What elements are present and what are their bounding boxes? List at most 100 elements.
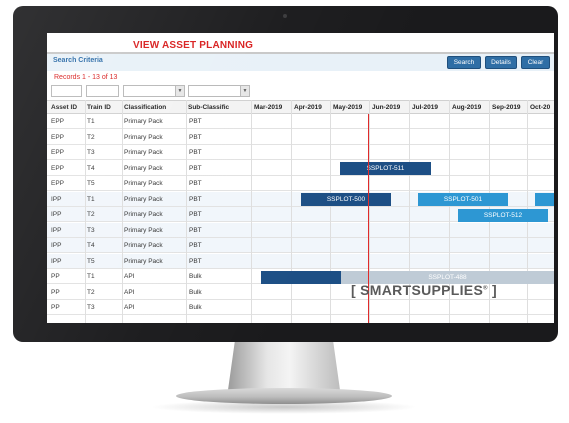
table-cell: PBT [189,149,202,156]
table-row[interactable]: EPP T2 Primary Pack PBT [47,130,554,145]
table-cell: T5 [87,180,95,187]
chevron-down-icon: ▼ [175,86,184,96]
column-header[interactable]: Train ID [87,104,121,111]
gantt-bar[interactable]: SSPLOT-500 [301,193,391,206]
column-divider [291,100,292,323]
gantt-bar[interactable]: SSPLOT-512 [458,209,548,222]
month-header: Aug-2019 [452,104,482,111]
table-cell: Primary Pack [124,211,163,218]
month-header: Mar-2019 [254,104,283,111]
page-title: VIEW ASSET PLANNING [133,40,254,51]
table-cell: PBT [189,257,202,265]
column-divider [330,100,331,323]
month-header: Oct-20 [530,104,551,111]
brand-name: SMARTSUPPLIES [360,282,484,298]
brand-bracket-right: ] [492,282,497,298]
table-cell: Bulk [189,288,202,296]
monitor-screen: VIEW ASSET PLANNING Search Criteria Sear… [47,33,554,323]
table-cell: T1 [87,118,95,125]
table-row[interactable]: IPP T5 Primary Pack PBT [47,253,554,269]
table-cell: IPP [51,211,62,218]
table-cell: Primary Pack [124,195,163,203]
table-cell: Bulk [189,273,202,280]
table-cell: PBT [189,118,202,125]
table-cell: PP [51,304,60,311]
table-cell: PBT [189,180,202,187]
brand-registered-mark: ® [483,285,488,292]
monitor-stand-neck [228,342,340,390]
month-header: May-2019 [333,104,363,111]
table-row[interactable]: IPP T3 Primary Pack PBT [47,222,554,238]
search-criteria-label: Search Criteria [53,57,103,64]
table-cell: Primary Pack [124,164,163,172]
table-cell: Primary Pack [124,226,163,234]
grid-header: Asset ID Train ID Classification Sub-Cla… [47,100,554,114]
table-cell: EPP [51,180,65,187]
table-cell: IPP [51,242,62,249]
table-cell: PBT [189,242,202,249]
table-cell: IPP [51,195,62,203]
month-header: Jun-2019 [372,104,401,111]
table-cell: T2 [87,288,95,296]
gantt-bar[interactable]: SSPLOT-501 [418,193,508,206]
month-header: Jul-2019 [412,104,439,111]
table-row[interactable]: EPP T5 Primary Pack PBT [47,176,554,191]
table-cell: PBT [189,195,202,203]
gantt-bar-continuation[interactable] [261,271,341,284]
clear-button[interactable]: Clear [521,56,550,69]
table-cell: Primary Pack [124,133,163,141]
table-cell: Bulk [189,304,202,311]
column-divider [85,100,86,323]
table-cell: EPP [51,149,65,156]
table-cell: PBT [189,133,202,141]
table-cell: T3 [87,149,95,156]
table-cell: API [124,273,135,280]
table-cell: PBT [189,211,202,218]
search-button[interactable]: Search [447,56,481,69]
train-id-filter-input[interactable] [86,85,119,97]
month-header: Apr-2019 [294,104,322,111]
table-cell: Primary Pack [124,118,163,125]
table-row[interactable]: PP T3 API Bulk [47,300,554,315]
table-cell: EPP [51,118,65,125]
table-cell: T2 [87,211,95,218]
chevron-down-icon: ▼ [240,86,249,96]
table-cell: T4 [87,242,95,249]
gantt-bar-continuation[interactable] [535,193,554,206]
table-cell: API [124,304,135,311]
table-cell: T3 [87,226,95,234]
table-row[interactable]: EPP T3 Primary Pack PBT [47,145,554,160]
table-row[interactable]: EPP T4 Primary Pack PBT [47,161,554,176]
table-cell: Primary Pack [124,242,163,249]
brand-bracket-left: [ [351,282,356,298]
table-cell: T1 [87,273,95,280]
table-cell: IPP [51,257,62,265]
column-divider [122,100,123,323]
table-cell: PP [51,288,60,296]
gantt-bar[interactable]: SSPLOT-511 [340,162,431,175]
table-row[interactable]: IPP T4 Primary Pack PBT [47,238,554,253]
table-cell: PP [51,273,60,280]
search-criteria-bar: Search Criteria Search Details Clear [47,54,554,71]
column-header[interactable]: Classification [124,104,184,111]
table-cell: Primary Pack [124,149,163,156]
details-button[interactable]: Details [485,56,517,69]
asset-id-filter-input[interactable] [51,85,82,97]
table-cell: Primary Pack [124,180,163,187]
records-count: Records 1 - 13 of 13 [54,74,118,81]
table-row[interactable]: EPP T1 Primary Pack PBT [47,114,554,129]
table-cell: T1 [87,195,95,203]
month-header: Sep-2019 [492,104,521,111]
classification-filter-select[interactable]: ▼ [123,85,185,97]
monitor-stand-base [176,388,392,404]
sub-classification-filter-select[interactable]: ▼ [188,85,250,97]
table-cell: EPP [51,164,65,172]
table-cell: Primary Pack [124,257,163,265]
column-header[interactable]: Asset ID [51,104,85,111]
table-cell: T4 [87,164,95,172]
table-cell: EPP [51,133,65,141]
column-divider [186,100,187,323]
table-cell: PBT [189,164,202,172]
column-header[interactable]: Sub-Classific [188,104,248,111]
table-cell: T5 [87,257,95,265]
